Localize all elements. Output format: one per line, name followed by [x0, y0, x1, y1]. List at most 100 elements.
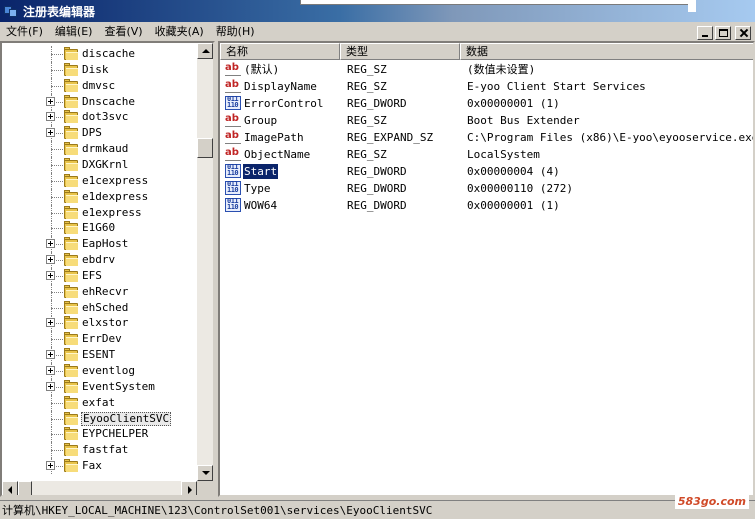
close-button[interactable]: [735, 26, 751, 40]
value-data: Boot Bus Extender: [467, 114, 580, 127]
tree-item-label: E1G60: [82, 221, 116, 235]
expand-icon[interactable]: [46, 239, 55, 249]
tree-item-label: ebdrv: [82, 253, 116, 267]
tree-item-drmkaud[interactable]: drmkaud: [2, 141, 197, 158]
arrow-right-icon: [188, 486, 192, 494]
value-row-wow64[interactable]: 011 110 WOW64 REG_DWORD 0x00000001 (1): [220, 197, 753, 214]
tree-item-e1express[interactable]: e1express: [2, 204, 197, 221]
value-row-start[interactable]: 011 110 Start REG_DWORD 0x00000004 (4): [220, 163, 753, 180]
tree-item-dps[interactable]: DPS: [2, 125, 197, 142]
tree-item-label: EYPCHELPER: [82, 427, 149, 441]
tree-item-discache[interactable]: discache: [2, 46, 197, 62]
menu-edit[interactable]: 编辑(E): [49, 23, 99, 40]
tree-item-esent[interactable]: ESENT: [2, 347, 197, 364]
value-type: REG_DWORD: [347, 199, 407, 212]
tree-item-efs[interactable]: EFS: [2, 267, 197, 284]
tree-vertical-scrollbar[interactable]: [197, 43, 213, 481]
scroll-down-button[interactable]: [197, 465, 213, 481]
folder-icon: [63, 364, 79, 378]
value-type: REG_DWORD: [347, 165, 407, 178]
expand-icon[interactable]: [46, 461, 55, 471]
menu-help[interactable]: 帮助(H): [210, 23, 261, 40]
value-row-imagepath[interactable]: ab ImagePath REG_EXPAND_SZ C:\Program Files…: [220, 129, 753, 146]
menu-favorites[interactable]: 收藏夹(A): [149, 23, 210, 40]
tree-item-dnscache[interactable]: Dnscache: [2, 93, 197, 110]
tree-item-label: DPS: [82, 126, 102, 140]
menu-view[interactable]: 查看(V): [98, 23, 148, 40]
expand-icon[interactable]: [46, 381, 55, 391]
folder-icon: [63, 284, 79, 299]
value-name: Type: [244, 182, 271, 195]
tree-item-ebdrv[interactable]: ebdrv: [2, 252, 197, 269]
value-row-[interactable]: ab (默认) REG_SZ (数值未设置): [220, 61, 753, 78]
tree-item-eventsystem[interactable]: EventSystem: [2, 378, 197, 395]
tree-item-label: EventSystem: [82, 379, 155, 393]
tree-horizontal-scrollbar[interactable]: [2, 481, 197, 495]
tree-item-ehsched[interactable]: ehSched: [2, 299, 197, 316]
expand-icon[interactable]: [46, 255, 55, 265]
scroll-right-button[interactable]: [181, 481, 197, 495]
tree-item-eventlog[interactable]: eventlog: [2, 363, 197, 379]
expand-icon[interactable]: [46, 366, 55, 375]
scroll-left-button[interactable]: [2, 481, 18, 495]
tree-item-label: dmvsc: [82, 78, 116, 92]
column-header-type[interactable]: 类型: [340, 43, 460, 60]
window-controls: [697, 26, 751, 40]
tree-item-disk[interactable]: Disk: [2, 61, 197, 78]
tree-item-e1dexpress[interactable]: e1dexpress: [2, 188, 197, 205]
folder-icon: [63, 94, 79, 109]
tree-item-dxgkrnl[interactable]: DXGKrnl: [2, 156, 197, 173]
expand-icon[interactable]: [46, 112, 55, 122]
tree-item-fax[interactable]: Fax: [2, 458, 197, 475]
tree-item-elxstor[interactable]: elxstor: [2, 315, 197, 332]
column-header-data[interactable]: 数据: [460, 43, 753, 60]
hscroll-thumb[interactable]: [18, 481, 32, 495]
string-value-icon: ab: [225, 130, 241, 144]
column-header-name[interactable]: 名称: [220, 43, 340, 60]
value-name: ErrorControl: [244, 97, 324, 110]
tree-item-ehrecvr[interactable]: ehRecvr: [2, 283, 197, 300]
string-value-icon: ab: [225, 147, 241, 161]
tree-item-e1cexpress[interactable]: e1cexpress: [2, 172, 197, 189]
tree-item-label: drmkaud: [82, 142, 129, 156]
tree-item-label: fastfat: [82, 443, 129, 457]
tree-item-label: EapHost: [82, 237, 129, 251]
minimize-button[interactable]: [697, 26, 713, 40]
tree-item-e1g60[interactable]: E1G60: [2, 220, 197, 237]
value-data: (数值未设置): [467, 63, 536, 76]
value-row-displayname[interactable]: ab DisplayName REG_SZ E-yoo Client Start Se…: [220, 78, 753, 95]
value-row-errorcontrol[interactable]: 011 110 ErrorControl REG_DWORD 0x00000001 (…: [220, 95, 753, 112]
tree-item-label: EFS: [82, 268, 102, 282]
tree-item-eypchelper[interactable]: EYPCHELPER: [2, 426, 197, 443]
tree-item-dmvsc[interactable]: dmvsc: [2, 77, 197, 94]
value-row-objectname[interactable]: ab ObjectName REG_SZ LocalSystem: [220, 146, 753, 163]
expand-icon[interactable]: [46, 318, 55, 328]
menu-file[interactable]: 文件(F): [0, 23, 49, 40]
tree-item-errdev[interactable]: ErrDev: [2, 331, 197, 348]
tree-item-exfat[interactable]: exfat: [2, 394, 197, 411]
binary-value-icon: 011 110: [225, 181, 241, 195]
folder-icon: [63, 205, 79, 220]
scroll-up-button[interactable]: [197, 43, 213, 59]
tree-item-label: exfat: [82, 395, 116, 409]
expand-icon[interactable]: [46, 96, 55, 106]
tree-item-eaphost[interactable]: EapHost: [2, 236, 197, 253]
tree-item-fastfat[interactable]: fastfat: [2, 442, 197, 459]
expand-icon[interactable]: [46, 350, 55, 360]
scroll-thumb[interactable]: [197, 138, 213, 158]
tree-item-label: Disk: [82, 62, 109, 76]
status-path: 计算机\HKEY_LOCAL_MACHINE\123\ControlSet001…: [2, 504, 433, 517]
key-tree: discache Disk dmvsc Dnscache dot3svc DPS drmka…: [2, 43, 197, 481]
arrow-up-icon: [202, 49, 210, 53]
tree-item-dot3svc[interactable]: dot3svc: [2, 109, 197, 126]
value-row-group[interactable]: ab Group REG_SZ Boot Bus Extender: [220, 112, 753, 129]
tree-item-label: ehRecvr: [82, 284, 129, 298]
value-name: Group: [244, 114, 278, 127]
tree-item-label: ehSched: [82, 300, 129, 314]
tree-item-eyooclientsvc[interactable]: EyooClientSVC: [2, 410, 197, 427]
value-row-type[interactable]: 011 110 Type REG_DWORD 0x00000110 (272): [220, 180, 753, 197]
maximize-button[interactable]: [715, 26, 731, 40]
expand-icon[interactable]: [46, 128, 55, 138]
value-type: REG_DWORD: [347, 182, 407, 195]
expand-icon[interactable]: [46, 270, 55, 280]
